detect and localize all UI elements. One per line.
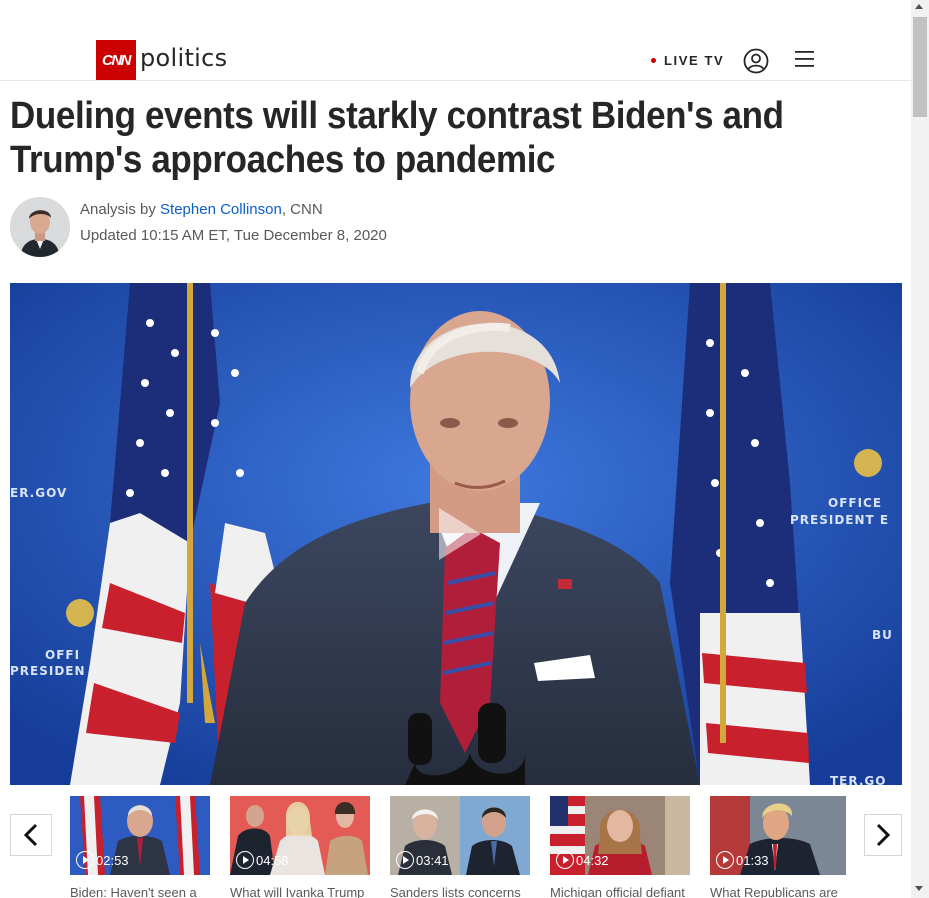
scroll-down-arrow-icon[interactable]	[915, 886, 923, 891]
carousel-thumbnail[interactable]: 01:33	[710, 796, 846, 875]
svg-text:PRESIDENT E: PRESIDENT E	[790, 513, 889, 527]
duration-text: 02:53	[96, 852, 129, 868]
svg-text:BU: BU	[872, 628, 893, 642]
carousel-item-title[interactable]: Michigan official defiant	[550, 885, 690, 898]
duration-text: 03:41	[416, 852, 449, 868]
play-circle-icon	[76, 851, 94, 869]
svg-text:OFFI: OFFI	[45, 648, 80, 662]
carousel-item-title[interactable]: What Republicans are	[710, 885, 850, 898]
carousel-item[interactable]: 03:41 Sanders lists concerns	[390, 796, 530, 898]
carousel-thumbnail[interactable]: 04:58	[230, 796, 370, 875]
chevron-right-icon	[876, 823, 891, 847]
duration-text: 04:58	[256, 852, 289, 868]
carousel-thumbnail[interactable]: 04:32	[550, 796, 690, 875]
carousel-item-title[interactable]: What will Ivanka Trump	[230, 885, 370, 898]
carousel-item[interactable]: 04:32 Michigan official defiant	[550, 796, 690, 898]
duration-text: 04:32	[576, 852, 609, 868]
video-player[interactable]: ER.GOV OFFI PRESIDEN OFFICE PRESIDENT E …	[10, 283, 902, 785]
user-circle-icon[interactable]	[743, 48, 769, 74]
byline-prefix: Analysis by	[80, 201, 161, 218]
duration-badge: 04:32	[556, 851, 609, 869]
play-circle-icon	[236, 851, 254, 869]
cnn-logo-text: CNN	[102, 51, 132, 69]
author-avatar[interactable]	[10, 197, 70, 257]
carousel-thumbnail[interactable]: 02:53	[70, 796, 210, 875]
duration-badge: 03:41	[396, 851, 449, 869]
chevron-left-icon	[23, 823, 38, 847]
carousel-item[interactable]: 01:33 What Republicans are	[710, 796, 850, 898]
play-circle-icon	[556, 851, 574, 869]
byline-suffix: , CNN	[281, 201, 323, 218]
section-name[interactable]: politics	[140, 44, 227, 72]
carousel-thumbnail[interactable]: 03:41	[390, 796, 530, 875]
page-scrollbar[interactable]	[911, 0, 929, 898]
updated-timestamp: Updated 10:15 AM ET, Tue December 8, 202…	[80, 227, 387, 244]
backdrop-text: ER.GOV	[10, 486, 67, 500]
live-tv-label: LIVE TV	[664, 53, 725, 68]
author-link[interactable]: Stephen Collinson	[160, 201, 282, 218]
duration-badge: 01:33	[716, 851, 769, 869]
duration-badge: 04:58	[236, 851, 289, 869]
carousel-item-title[interactable]: Biden: Haven't seen a	[70, 885, 210, 898]
scrollbar-thumb[interactable]	[913, 17, 927, 117]
live-indicator-dot	[651, 58, 656, 63]
play-icon[interactable]	[437, 506, 483, 562]
site-header: CNN politics LIVE TV	[0, 0, 911, 81]
duration-badge: 02:53	[76, 851, 129, 869]
carousel-item[interactable]: 04:58 What will Ivanka Trump	[230, 796, 370, 898]
play-circle-icon	[396, 851, 414, 869]
duration-text: 01:33	[736, 852, 769, 868]
carousel-next-button[interactable]	[864, 814, 902, 856]
cnn-logo[interactable]: CNN	[96, 40, 136, 80]
scroll-up-arrow-icon[interactable]	[915, 4, 923, 9]
carousel-item[interactable]: 02:53 Biden: Haven't seen a	[70, 796, 210, 898]
carousel-prev-button[interactable]	[10, 814, 52, 856]
play-circle-icon	[716, 851, 734, 869]
hamburger-menu-icon[interactable]	[795, 50, 814, 68]
article-byline: Analysis by Stephen Collinson, CNN	[80, 201, 323, 218]
article-headline: Dueling events will starkly contrast Bid…	[10, 95, 784, 181]
svg-text:TER.GO: TER.GO	[830, 774, 886, 785]
svg-text:OFFICE: OFFICE	[828, 496, 882, 510]
carousel-item-title[interactable]: Sanders lists concerns	[390, 885, 530, 898]
live-tv-link[interactable]: LIVE TV	[651, 53, 724, 68]
svg-text:PRESIDEN: PRESIDEN	[10, 664, 86, 678]
